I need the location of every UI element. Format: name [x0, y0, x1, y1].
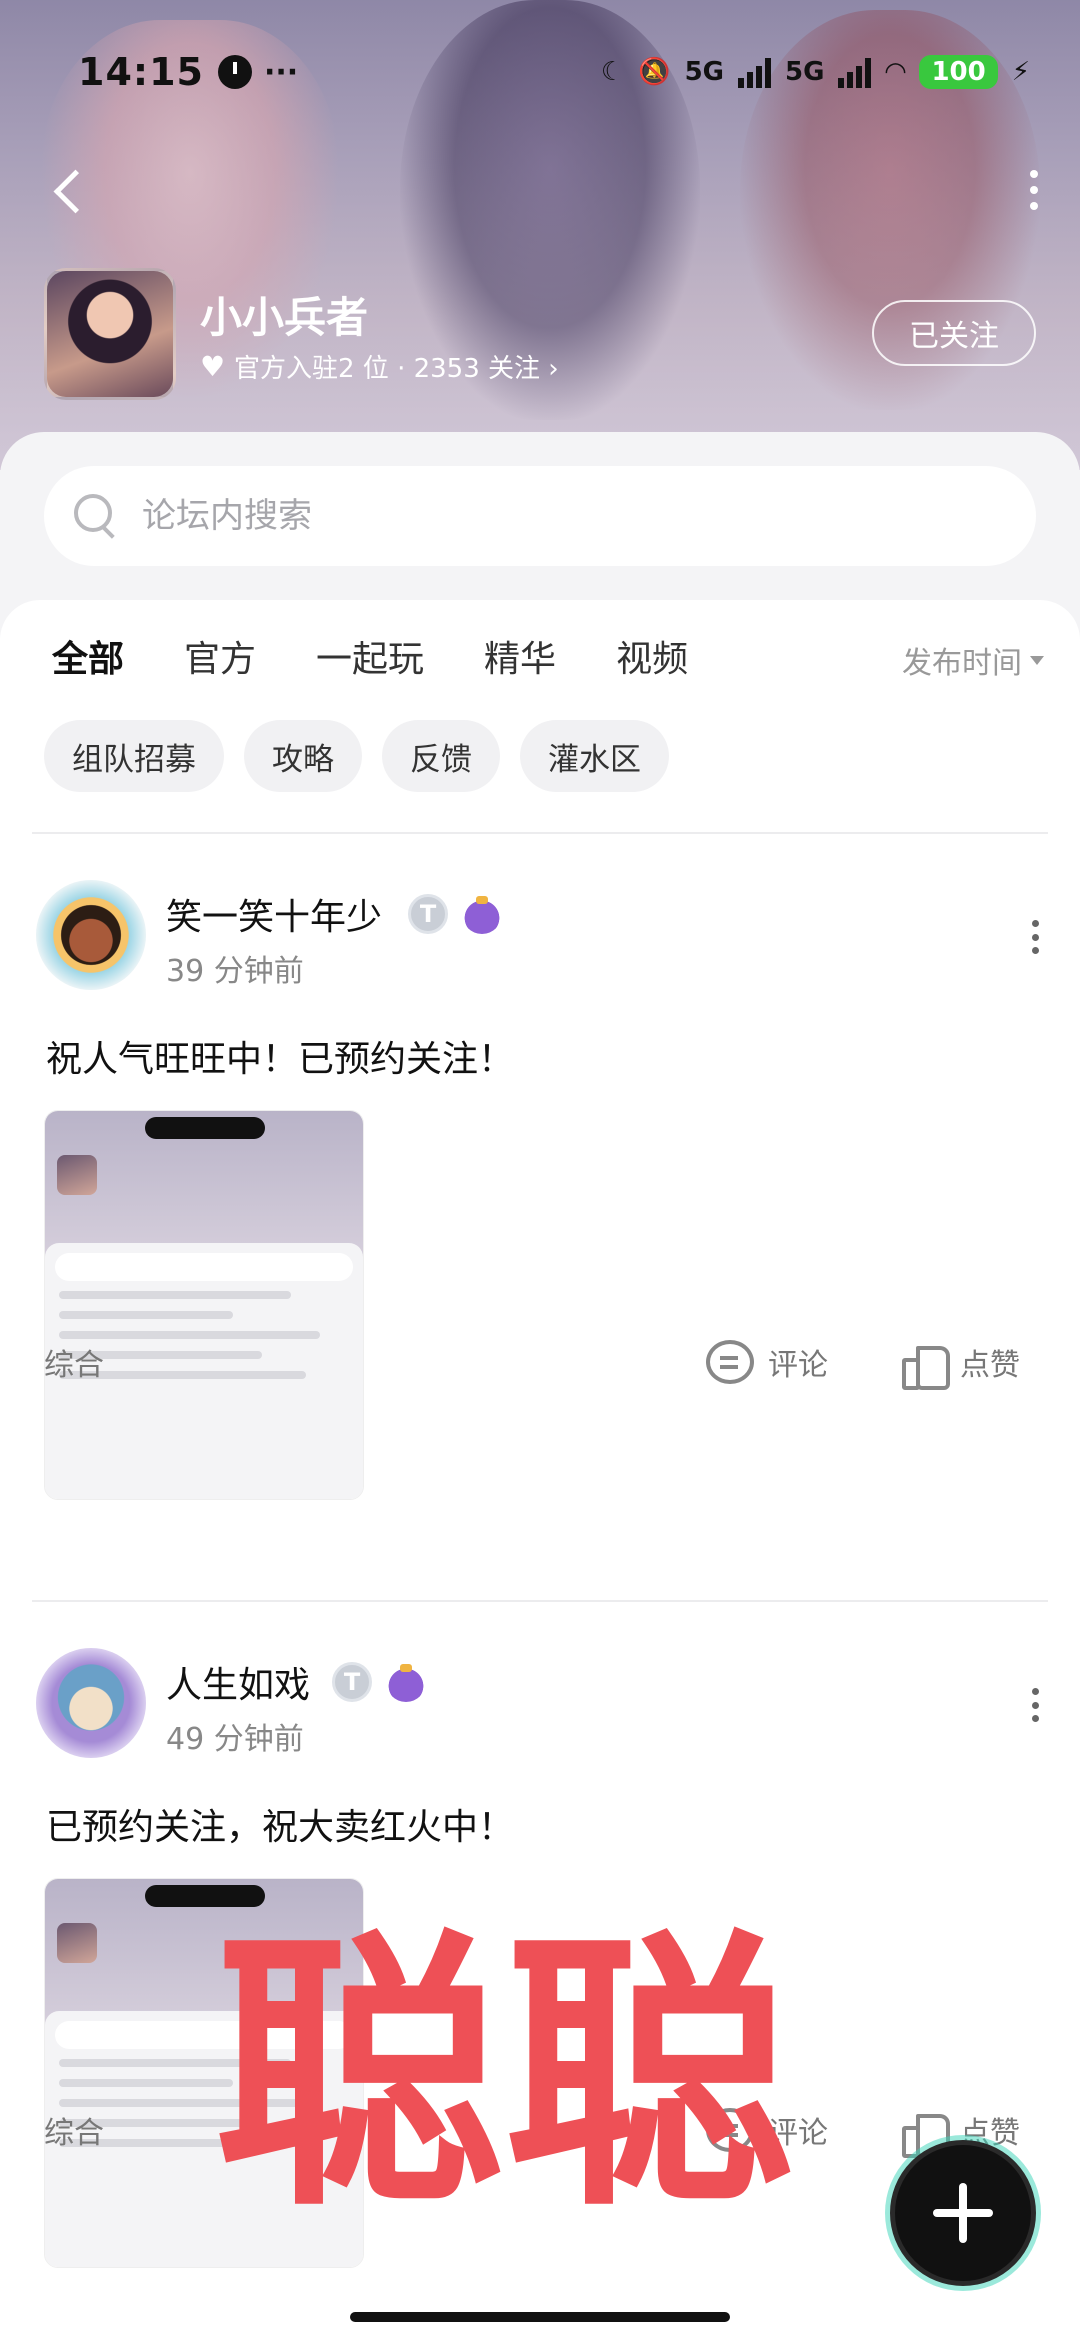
post-text: 已预约关注，祝大卖红火中！: [46, 1807, 515, 1848]
more-notifications-icon: ···: [263, 54, 299, 90]
divider: [32, 832, 1048, 834]
post-more-icon[interactable]: [1030, 1688, 1040, 1722]
moon-icon: ☾: [600, 57, 625, 87]
forum-meta[interactable]: 官方入驻2 位 · 2353 关注 ›: [200, 348, 559, 385]
level-badge-icon: T: [332, 1662, 372, 1702]
vip-badge-icon: [386, 1662, 426, 1702]
level-badge-icon: T: [408, 894, 448, 934]
verified-heart-icon: [200, 350, 225, 383]
chip-feedback[interactable]: 反馈: [382, 720, 500, 792]
sort-label: 发布时间: [902, 646, 1022, 681]
signal-icon: [738, 56, 772, 88]
forum-header: 14:15 ··· ☾ 🔕 5G 5G ◠ 100 ⚡ 小小兵者 官方入驻2 位…: [0, 0, 1080, 470]
vip-badge-icon: [462, 894, 502, 934]
tab-all[interactable]: 全部: [52, 630, 124, 690]
post-category: 综合: [44, 2116, 104, 2151]
battery-indicator: 100: [919, 55, 998, 89]
comment-label: 评论: [768, 1348, 828, 1383]
sort-dropdown[interactable]: 发布时间: [902, 638, 1044, 682]
post-footer: 综合 评论 点赞: [0, 1340, 1080, 1390]
thumbs-up-icon: [902, 1340, 950, 1390]
category-tabs: 全部 官方 一起玩 精华 视频: [52, 630, 748, 690]
chip-team-recruit[interactable]: 组队招募: [44, 720, 224, 792]
forum-title: 小小兵者: [200, 293, 369, 342]
search-input[interactable]: [142, 496, 942, 536]
post-time: 49 分钟前: [166, 1722, 304, 1757]
post-author[interactable]: 人生如戏: [166, 1656, 310, 1708]
signal-icon: [838, 56, 872, 88]
chip-guide[interactable]: 攻略: [244, 720, 362, 792]
post-category: 综合: [44, 1348, 104, 1383]
home-indicator[interactable]: [350, 2312, 730, 2322]
post-text: 祝人气旺旺中！已预约关注！: [46, 1039, 515, 1080]
back-arrow-icon[interactable]: [50, 168, 90, 218]
comment-button[interactable]: 评论: [706, 1340, 828, 1384]
plus-icon: [933, 2183, 993, 2243]
forum-stats: 官方入驻2 位 · 2353 关注 ›: [234, 354, 559, 384]
create-post-button[interactable]: [890, 2140, 1036, 2286]
user-badges: T: [408, 894, 502, 934]
status-bar: 14:15 ··· ☾ 🔕 5G 5G ◠ 100 ⚡: [78, 42, 1030, 102]
search-bar[interactable]: [44, 466, 1036, 566]
divider: [32, 1600, 1048, 1602]
tab-play-together[interactable]: 一起玩: [316, 630, 424, 682]
user-avatar[interactable]: [36, 1648, 146, 1758]
watermark-text: 聪聪: [214, 1905, 794, 2245]
comment-icon: [706, 1340, 754, 1384]
tab-official[interactable]: 官方: [184, 630, 256, 682]
like-button[interactable]: 点赞: [902, 1340, 1020, 1390]
post-author[interactable]: 笑一笑十年少: [166, 888, 382, 940]
topic-chips: 组队招募 攻略 反馈 灌水区: [44, 720, 669, 792]
follow-button[interactable]: 已关注: [872, 300, 1036, 366]
post-more-icon[interactable]: [1030, 920, 1040, 954]
network-label: 5G: [785, 57, 825, 87]
chip-casual[interactable]: 灌水区: [520, 720, 669, 792]
tab-featured[interactable]: 精华: [484, 630, 556, 682]
status-time: 14:15: [78, 50, 204, 94]
mute-icon: 🔕: [638, 57, 671, 87]
tab-video[interactable]: 视频: [616, 630, 688, 682]
alarm-icon: [217, 55, 252, 89]
user-badges: T: [332, 1662, 426, 1702]
like-label: 点赞: [960, 1348, 1020, 1383]
more-options-icon[interactable]: [1024, 170, 1044, 210]
search-icon: [74, 494, 118, 538]
forum-avatar: [44, 268, 176, 400]
user-avatar[interactable]: [36, 880, 146, 990]
post-time: 39 分钟前: [166, 954, 304, 989]
dropdown-arrow-icon: [1030, 655, 1044, 665]
charging-icon: ⚡: [1011, 57, 1030, 87]
post-image[interactable]: [44, 1110, 364, 1500]
network-label: 5G: [684, 57, 725, 87]
wifi-icon: ◠: [885, 57, 906, 87]
